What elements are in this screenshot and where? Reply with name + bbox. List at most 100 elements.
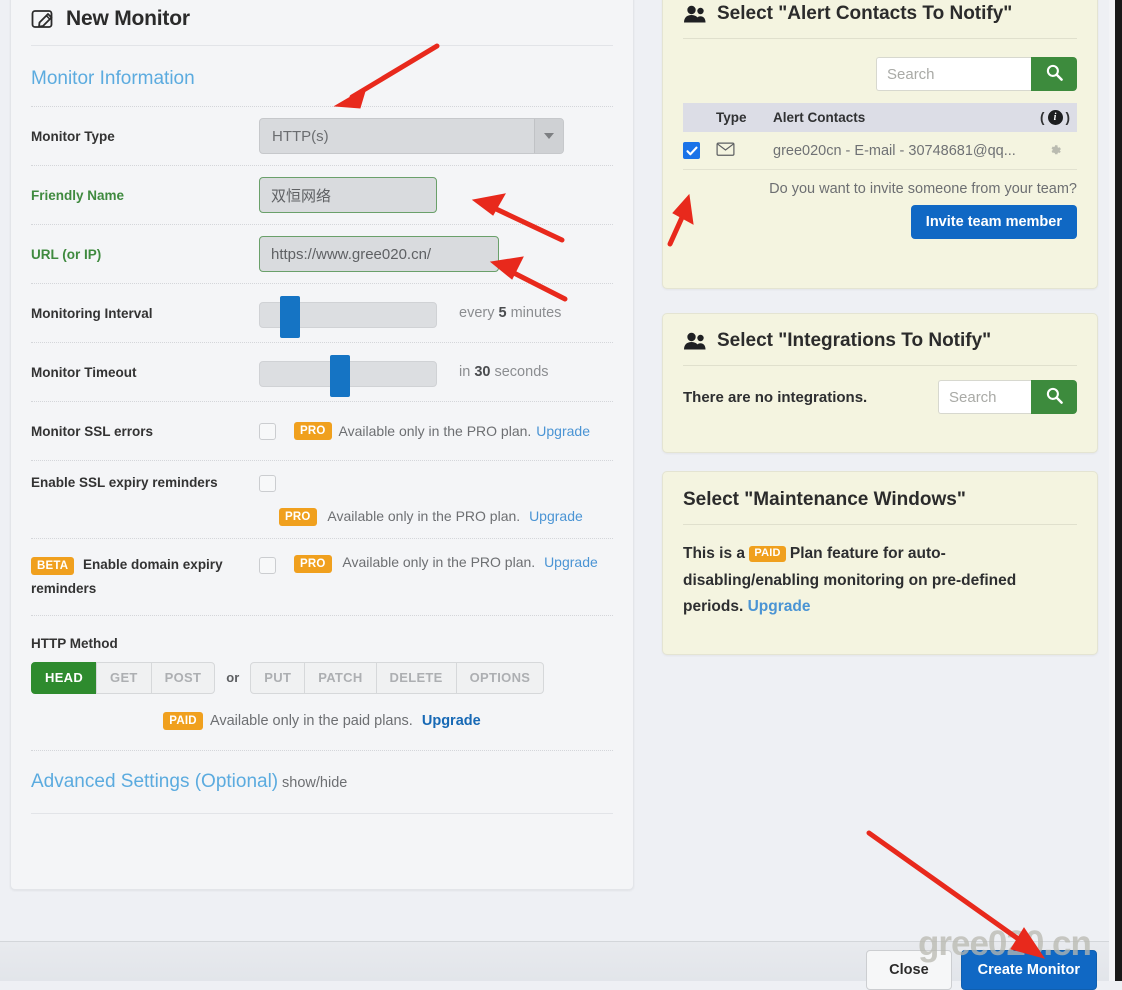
integrations-search-input[interactable]: Search — [938, 380, 1031, 414]
monitor-ssl-errors-row: Monitor SSL errors PRO Available only in… — [11, 402, 633, 460]
table-header-row: Type Alert Contacts ( i ) — [683, 103, 1077, 132]
integrations-search-button[interactable] — [1031, 380, 1077, 414]
http-method-put-button[interactable]: PUT — [250, 661, 306, 694]
paren-open: ( — [1040, 110, 1045, 125]
monitor-timeout-label: Monitor Timeout — [31, 364, 137, 380]
http-method-secondary-group: PUT PATCH DELETE OPTIONS — [250, 661, 545, 694]
magnifier-icon — [1046, 387, 1063, 407]
http-method-label: HTTP Method — [31, 635, 118, 651]
monitor-ssl-errors-label: Monitor SSL errors — [31, 423, 154, 439]
integrations-panel: Select "Integrations To Notify" There ar… — [662, 313, 1098, 453]
domain-expiry-reminders-label: BETA Enable domain expiry reminders — [31, 553, 259, 600]
monitor-timeout-note: in 30 seconds — [459, 364, 549, 380]
header-alert-contacts: Alert Contacts — [773, 110, 866, 125]
http-method-get-button[interactable]: GET — [96, 661, 152, 694]
url-input[interactable]: https://www.gree020.cn/ — [259, 236, 499, 272]
row-checkbox-cell[interactable] — [683, 142, 716, 159]
http-method-head-button[interactable]: HEAD — [31, 661, 98, 694]
upgrade-link[interactable]: Upgrade — [422, 713, 481, 729]
http-method-post-button[interactable]: POST — [150, 661, 216, 694]
url-row: URL (or IP) https://www.gree020.cn/ — [11, 225, 633, 283]
slider-handle[interactable] — [280, 296, 300, 338]
monitor-information-heading: Monitor Information — [31, 68, 195, 89]
paid-note-text: Available only in the paid plans. — [209, 712, 413, 729]
paid-badge: PAID — [163, 711, 203, 731]
close-button[interactable]: Close — [866, 950, 952, 990]
alert-contacts-table: Type Alert Contacts ( i ) gree020cn - E-… — [683, 103, 1077, 170]
maintenance-windows-panel: Select "Maintenance Windows" This is a P… — [662, 471, 1098, 655]
monitoring-interval-label: Monitoring Interval — [31, 305, 153, 321]
divider — [31, 813, 613, 815]
paren-close: ) — [1065, 110, 1071, 125]
envelope-icon — [716, 142, 735, 159]
http-method-block: HTTP Method HEAD GET POST or PUT PATCH DELET… — [11, 616, 633, 750]
pro-badge: PRO — [294, 554, 332, 573]
http-method-options-button[interactable]: OPTIONS — [455, 661, 545, 694]
monitor-timeout-slider[interactable] — [259, 355, 437, 397]
monitor-ssl-errors-note: Available only in the PRO plan. — [338, 423, 532, 439]
http-method-separator: or — [226, 670, 240, 686]
gear-icon[interactable] — [1048, 143, 1063, 158]
monitoring-interval-note: every 5 minutes — [459, 305, 562, 321]
url-label: URL (or IP) — [31, 246, 102, 262]
pencil-square-icon — [31, 7, 55, 31]
upgrade-link[interactable]: Upgrade — [748, 598, 811, 615]
new-monitor-dialog: New Monitor Monitor Information Monitor … — [10, 0, 634, 890]
header-info: ( i ) — [1033, 110, 1077, 125]
alert-contacts-search-input[interactable]: Search — [876, 57, 1031, 91]
info-icon[interactable]: i — [1047, 110, 1063, 125]
http-method-patch-button[interactable]: PATCH — [304, 661, 377, 694]
monitoring-interval-value: 5 — [498, 305, 507, 321]
magnifier-icon — [1046, 64, 1063, 84]
no-integrations-text: There are no integrations. — [683, 388, 868, 406]
page-right-gutter — [1109, 0, 1115, 981]
dialog-title: New Monitor — [66, 7, 190, 30]
alert-contacts-title: Select "Alert Contacts To Notify" — [717, 3, 1013, 24]
create-monitor-button[interactable]: Create Monitor — [960, 950, 1097, 990]
friendly-name-input[interactable]: 双恒网络 — [259, 177, 437, 213]
invite-team-member-button[interactable]: Invite team member — [910, 205, 1077, 239]
friendly-name-label: Friendly Name — [31, 187, 125, 203]
integrations-title: Select "Integrations To Notify" — [717, 330, 992, 351]
http-method-primary-group: HEAD GET POST — [31, 661, 216, 694]
upgrade-link[interactable]: Upgrade — [536, 423, 590, 439]
row-settings-cell[interactable] — [1033, 143, 1077, 158]
dialog-footer: Close Create Monitor — [0, 941, 1115, 990]
advanced-settings-link[interactable]: Advanced Settings (Optional) — [31, 771, 278, 792]
http-method-delete-button[interactable]: DELETE — [375, 661, 457, 694]
advanced-settings-toggle[interactable]: show/hide — [282, 775, 347, 791]
monitor-ssl-errors-checkbox[interactable] — [259, 422, 276, 440]
people-icon — [683, 5, 707, 23]
maintenance-text-before: This is a — [683, 545, 750, 562]
ssl-expiry-reminders-label: Enable SSL expiry reminders — [31, 475, 218, 490]
beta-badge: BETA — [31, 556, 75, 576]
monitor-type-label: Monitor Type — [31, 128, 115, 144]
domain-expiry-reminders-checkbox[interactable] — [259, 557, 276, 575]
row-type-cell — [716, 142, 773, 159]
domain-expiry-reminders-row: BETA Enable domain expiry reminders PRO … — [11, 539, 633, 614]
header-type: Type — [716, 110, 747, 125]
pro-badge: PRO — [294, 421, 332, 441]
upgrade-link[interactable]: Upgrade — [529, 508, 583, 524]
domain-expiry-reminders-note: Available only in the PRO plan. — [342, 554, 536, 571]
monitor-timeout-row: Monitor Timeout in 30 seconds — [11, 343, 633, 401]
maintenance-title: Select "Maintenance Windows" — [683, 489, 966, 510]
alert-contacts-search-button[interactable] — [1031, 57, 1077, 91]
paid-badge: PAID — [749, 546, 786, 562]
monitor-type-select[interactable]: HTTP(s) — [259, 118, 564, 154]
row-contact-name: gree020cn - E-mail - 30748681@qq... — [773, 142, 1016, 159]
people-icon — [683, 332, 707, 350]
friendly-name-row: Friendly Name 双恒网络 — [11, 166, 633, 224]
maintenance-description: This is a PAID Plan feature for auto-dis… — [663, 525, 1097, 621]
upgrade-link[interactable]: Upgrade — [544, 554, 598, 570]
invite-prompt: Do you want to invite someone from your … — [769, 181, 1077, 197]
monitoring-interval-slider[interactable] — [259, 296, 437, 338]
table-row[interactable]: gree020cn - E-mail - 30748681@qq... — [683, 132, 1077, 170]
ssl-expiry-reminders-row: Enable SSL expiry reminders PRO Availabl… — [11, 461, 633, 538]
slider-handle[interactable] — [330, 355, 350, 397]
ssl-expiry-reminders-checkbox[interactable] — [259, 475, 276, 492]
ssl-expiry-reminders-note: Available only in the PRO plan. — [327, 508, 521, 524]
alert-contacts-panel: Select "Alert Contacts To Notify" Search… — [662, 0, 1098, 289]
contact-checkbox[interactable] — [683, 142, 700, 159]
chevron-down-icon[interactable] — [534, 119, 563, 153]
